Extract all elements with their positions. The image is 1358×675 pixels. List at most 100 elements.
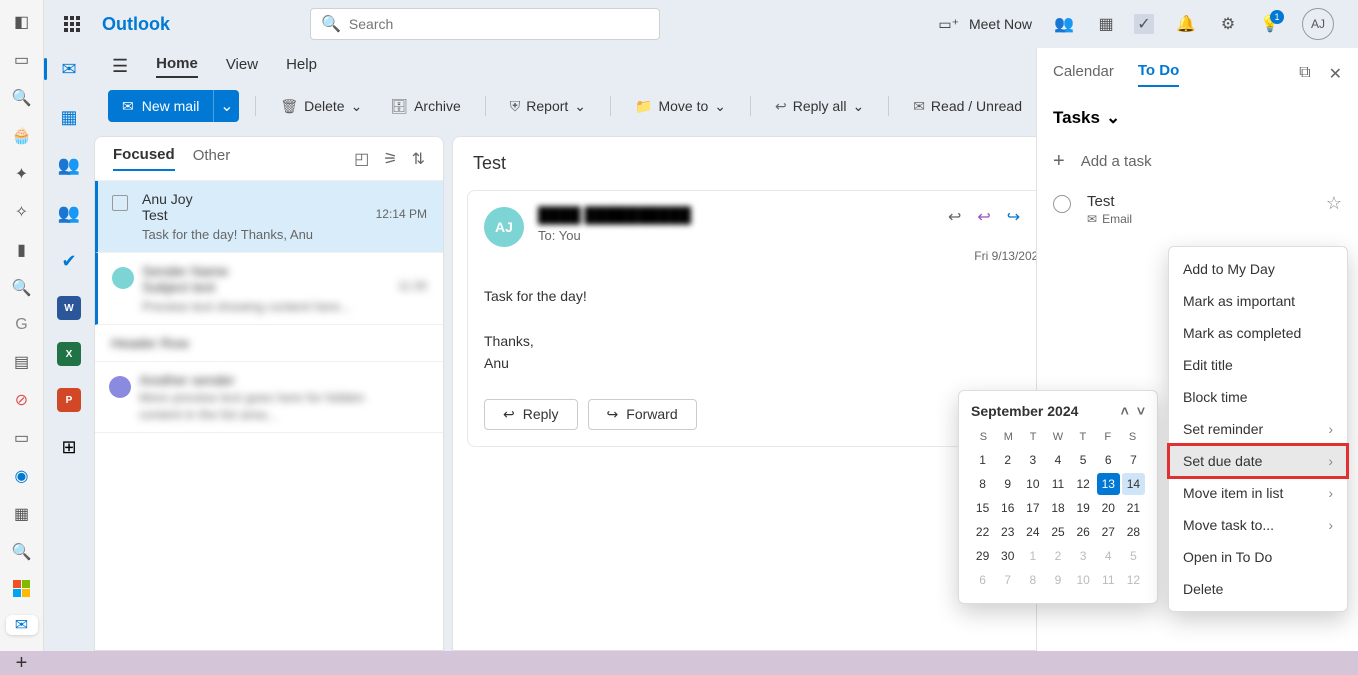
calendar-day[interactable]: 19 [1072,497,1095,519]
tab-calendar[interactable]: Calendar [1053,63,1114,86]
calendar-day[interactable]: 9 [996,473,1019,495]
calendar-day[interactable]: 26 [1072,521,1095,543]
rail-word-icon[interactable]: W [57,296,81,320]
ctx-delete[interactable]: Delete [1169,573,1347,605]
chat-icon[interactable]: ▭ [12,428,32,448]
rail-more-icon[interactable]: ⊞ [56,434,82,460]
calendar-day[interactable]: 7 [1122,449,1145,471]
search-box[interactable]: 🔍 [310,8,660,40]
calendar-day[interactable]: 15 [971,497,994,519]
ms-logo-icon[interactable] [12,580,32,597]
delete-button[interactable]: 🗑Delete⌄ [272,98,370,115]
calendar-day[interactable]: 16 [996,497,1019,519]
ctx-add-my-day[interactable]: Add to My Day [1169,253,1347,285]
blocked-icon[interactable]: ⊘ [12,390,32,410]
ctx-mark-completed[interactable]: Mark as completed [1169,317,1347,349]
search2-icon[interactable]: 🔍 [12,278,32,298]
new-mail-button[interactable]: ✉New mail ⌄ [108,90,239,122]
calendar-day[interactable]: 9 [1046,569,1069,591]
calendar-day[interactable]: 29 [971,545,994,567]
checkbox[interactable] [112,195,128,211]
calendar-day[interactable]: 22 [971,521,994,543]
rail-mail-icon[interactable]: ✉ [56,56,82,82]
calendar-day[interactable]: 6 [971,569,994,591]
calendar-day[interactable]: 10 [1021,473,1044,495]
gear-icon[interactable]: ⚙ [1218,14,1238,34]
calendar-day[interactable]: 27 [1097,521,1120,543]
new-mail-dropdown[interactable]: ⌄ [213,90,239,122]
tab-view[interactable]: View [226,56,258,77]
search-input[interactable] [349,16,649,32]
ctx-mark-important[interactable]: Mark as important [1169,285,1347,317]
popout-icon[interactable]: ⧉ [1299,64,1310,84]
sparkle2-icon[interactable]: ✧ [12,202,32,222]
calendar-day[interactable]: 6 [1097,449,1120,471]
message-item[interactable]: Another sender More preview text goes he… [95,362,443,433]
calendar-day[interactable]: 20 [1097,497,1120,519]
calendar-day[interactable]: 11 [1046,473,1069,495]
calendar-day[interactable]: 17 [1021,497,1044,519]
add-task-button[interactable]: +Add a task [1037,140,1358,183]
calendar-day[interactable]: 4 [1046,449,1069,471]
calendar-day[interactable]: 4 [1097,545,1120,567]
food-icon[interactable]: 🧁 [12,126,32,146]
ctx-block-time[interactable]: Block time [1169,381,1347,413]
next-month-icon[interactable]: ˅ [1137,403,1145,419]
rail-groups-icon[interactable]: 👥 [56,200,82,226]
calendar-day[interactable]: 12 [1072,473,1095,495]
calendar-day[interactable]: 1 [971,449,994,471]
filter-icon[interactable]: ⚞ [383,149,397,169]
calendar-day[interactable]: 11 [1097,569,1120,591]
prev-month-icon[interactable]: ˄ [1121,403,1129,419]
moveto-button[interactable]: 📁Move to⌄ [627,98,734,115]
calendar-day[interactable]: 12 [1122,569,1145,591]
calendar-day[interactable]: 18 [1046,497,1069,519]
tab-focused[interactable]: Focused [113,146,175,171]
rail-ppt-icon[interactable]: P [57,388,81,412]
readunread-button[interactable]: ✉Read / Unread [905,98,1030,115]
account-avatar[interactable]: AJ [1302,8,1334,40]
search3-icon[interactable]: 🔍 [12,542,32,562]
chrome-icon[interactable]: G [12,316,32,334]
calendar-day[interactable]: 7 [996,569,1019,591]
calendar-day[interactable]: 2 [996,449,1019,471]
grid-icon[interactable]: ▦ [12,504,32,524]
calendar-day[interactable]: 5 [1072,449,1095,471]
ctx-set-due-date[interactable]: Set due date› [1169,445,1347,477]
ctx-edit-title[interactable]: Edit title [1169,349,1347,381]
calendar-day[interactable]: 28 [1122,521,1145,543]
message-item[interactable]: Header Row [95,325,443,362]
ctx-set-reminder[interactable]: Set reminder› [1169,413,1347,445]
calendar-day[interactable]: 3 [1072,545,1095,567]
message-item[interactable]: Anu Joy Test12:14 PM Task for the day! T… [95,181,443,253]
outlook-taskbar-icon[interactable]: ✉ [6,615,38,635]
calendar-day[interactable]: 30 [996,545,1019,567]
tasks-title[interactable]: Tasks⌄ [1037,100,1358,140]
calendar-day[interactable]: 3 [1021,449,1044,471]
close-icon[interactable]: ✕ [1329,64,1342,84]
calendar-day[interactable]: 21 [1122,497,1145,519]
selectall-icon[interactable]: ◰ [354,149,369,169]
rail-calendar-icon[interactable]: ▦ [56,104,82,130]
calendar-day[interactable]: 10 [1072,569,1095,591]
bell-icon[interactable]: 🔔 [1176,14,1196,34]
meet-now-button[interactable]: ▭⁺ Meet Now [938,16,1032,33]
bookmark-icon[interactable]: ▮ [12,240,32,260]
rail-excel-icon[interactable]: X [57,342,81,366]
edge-icon[interactable]: ◉ [12,466,32,486]
calendar-day[interactable]: 2 [1046,545,1069,567]
rail-people-icon[interactable]: 👥 [56,152,82,178]
teams-icon[interactable]: 👥 [1054,14,1074,34]
message-item[interactable]: Sender Name Subject text11:30 Preview te… [95,253,443,325]
search-icon[interactable]: 🔍 [12,88,32,108]
ctx-open-todo[interactable]: Open in To Do [1169,541,1347,573]
sort-icon[interactable]: ⇅ [412,149,425,169]
rail-todo-icon[interactable]: ✔ [56,248,82,274]
ctx-move-task-to[interactable]: Move task to...› [1169,509,1347,541]
app-launcher-icon[interactable] [56,8,88,40]
list-icon[interactable]: ▤ [12,352,32,372]
tab-todo[interactable]: To Do [1138,62,1179,87]
hamburger-icon[interactable]: ☰ [112,56,128,77]
calendar-day[interactable]: 25 [1046,521,1069,543]
replyall-icon[interactable]: ↩ [977,207,990,227]
